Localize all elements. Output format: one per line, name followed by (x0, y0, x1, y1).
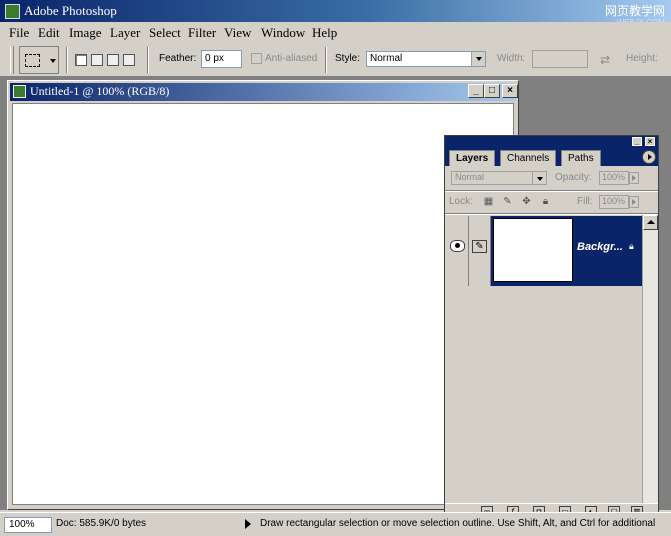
feather-input[interactable]: 0 px (201, 50, 242, 68)
document-icon (13, 85, 26, 98)
fill-value: 100% (602, 196, 626, 206)
intersect-selection-icon[interactable] (123, 54, 135, 66)
tab-paths[interactable]: Paths (561, 150, 601, 166)
layers-palette: _ × Layers Channels Paths Normal Opacity… (444, 135, 659, 519)
fill-label: Fill: (577, 196, 593, 207)
lock-all-icon[interactable]: 🔒︎ (540, 196, 551, 207)
menu-file[interactable]: File (9, 25, 29, 41)
document-window: Untitled-1 @ 100% (RGB/8) _ □ × (7, 80, 519, 510)
separator (147, 47, 149, 73)
chevron-down-icon (532, 172, 546, 184)
layer-row[interactable]: ✎ Backgr... 🔒︎ (445, 216, 642, 286)
width-input[interactable] (532, 50, 588, 68)
new-selection-icon[interactable] (75, 54, 87, 66)
document-title: Untitled-1 @ 100% (RGB/8) (30, 84, 170, 98)
height-label: Height: (626, 53, 658, 64)
layer-name: Backgr... (577, 241, 623, 253)
anti-aliased-checkbox[interactable] (251, 53, 262, 64)
minimize-button[interactable]: _ (632, 137, 642, 146)
close-button[interactable]: × (502, 84, 518, 98)
maximize-button[interactable]: □ (484, 84, 500, 98)
layer-link-cell[interactable]: ✎ (469, 216, 491, 286)
document-canvas[interactable] (12, 103, 514, 505)
rectangular-marquee-icon (25, 54, 40, 67)
lock-position-icon[interactable]: ✥ (521, 196, 532, 207)
divider (445, 213, 658, 215)
photoshop-app-icon (5, 4, 20, 19)
feather-label: Feather: (159, 53, 197, 64)
options-bar-grip[interactable] (10, 46, 14, 74)
scroll-up-arrow-icon[interactable] (643, 215, 658, 230)
minimize-button[interactable]: _ (468, 84, 484, 98)
menu-view[interactable]: View (224, 25, 251, 41)
opacity-slider-arrow-icon[interactable] (629, 172, 639, 184)
tab-layers[interactable]: Layers (449, 150, 496, 166)
anti-aliased-label: Anti-aliased (265, 53, 318, 64)
app-title: Adobe Photoshop (24, 3, 117, 18)
status-menu-arrow-icon[interactable] (245, 519, 251, 529)
lock-image-pixels-icon[interactable]: ✎ (502, 196, 513, 207)
document-info: Doc: 585.9K/0 bytes (56, 518, 147, 529)
opacity-value: 100% (602, 172, 626, 182)
menu-edit[interactable]: Edit (38, 25, 60, 41)
eye-icon (450, 240, 465, 252)
visibility-toggle[interactable] (447, 216, 469, 286)
zoom-input[interactable]: 100% (4, 517, 52, 533)
options-bar: Feather: 0 px Anti-aliased Style: Normal… (0, 42, 671, 77)
style-label: Style: (335, 53, 361, 64)
blend-mode-select[interactable]: Normal (451, 171, 547, 185)
menu-help[interactable]: Help (312, 25, 337, 41)
swap-dimensions-icon[interactable]: ⇄ (600, 53, 610, 67)
width-label: Width: (497, 53, 526, 64)
status-bar: 100% Doc: 585.9K/0 bytes Draw rectangula… (0, 512, 671, 536)
palette-tabs: Layers Channels Paths (445, 148, 658, 166)
paintbrush-icon: ✎ (472, 240, 487, 253)
fill-input[interactable]: 100% (599, 195, 639, 209)
document-titlebar[interactable]: Untitled-1 @ 100% (RGB/8) _ □ × (10, 83, 518, 101)
lock-label: Lock: (449, 196, 473, 207)
chevron-down-icon (50, 59, 56, 63)
fill-slider-arrow-icon[interactable] (629, 196, 639, 208)
tool-preset-picker[interactable] (19, 46, 59, 74)
layer-thumbnail (493, 218, 573, 282)
menu-select[interactable]: Select (149, 25, 181, 41)
chevron-down-icon (471, 52, 485, 66)
style-select-value: Normal (370, 53, 403, 64)
lock-transparent-pixels-icon[interactable]: ▦ (483, 196, 494, 207)
layers-scrollbar[interactable] (642, 215, 658, 503)
separator (325, 47, 327, 73)
separator (66, 47, 68, 73)
lock-icon: 🔒︎ (629, 241, 634, 251)
menu-layer[interactable]: Layer (110, 25, 140, 41)
tab-channels[interactable]: Channels (500, 150, 557, 166)
opacity-label: Opacity: (555, 172, 592, 183)
close-button[interactable]: × (645, 137, 655, 146)
menu-window[interactable]: Window (261, 25, 305, 41)
watermark-text: 网页教学网 (604, 4, 665, 18)
app-titlebar: Adobe Photoshop 网页教学网 WEBJX.COM (0, 0, 671, 27)
status-message: Draw rectangular selection or move selec… (260, 518, 656, 529)
divider (445, 190, 658, 192)
menu-bar: File Edit Image Layer Select Filter View… (0, 22, 671, 42)
palette-header[interactable]: _ × (445, 136, 658, 148)
layer-selected[interactable]: Backgr... 🔒︎ (491, 216, 642, 286)
subtract-from-selection-icon[interactable] (107, 54, 119, 66)
add-to-selection-icon[interactable] (91, 54, 103, 66)
menu-filter[interactable]: Filter (188, 25, 216, 41)
menu-image[interactable]: Image (69, 25, 101, 41)
opacity-input[interactable]: 100% (599, 171, 639, 185)
palette-menu-button[interactable] (642, 150, 656, 164)
blend-mode-value: Normal (455, 172, 485, 182)
style-select[interactable]: Normal (366, 51, 486, 67)
